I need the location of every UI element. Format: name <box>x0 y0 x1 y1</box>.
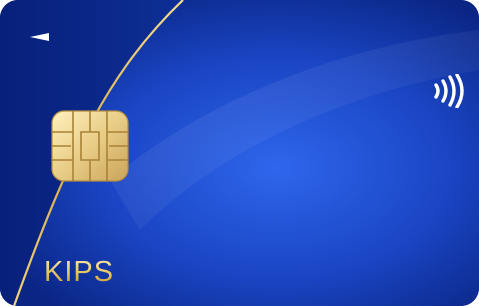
chip-icon <box>51 110 129 182</box>
insert-direction-arrow-icon <box>30 33 49 41</box>
contactless-icon <box>434 74 464 108</box>
brand-logo-text: KIPS <box>44 256 115 288</box>
kips-card: KIPS <box>0 0 479 306</box>
